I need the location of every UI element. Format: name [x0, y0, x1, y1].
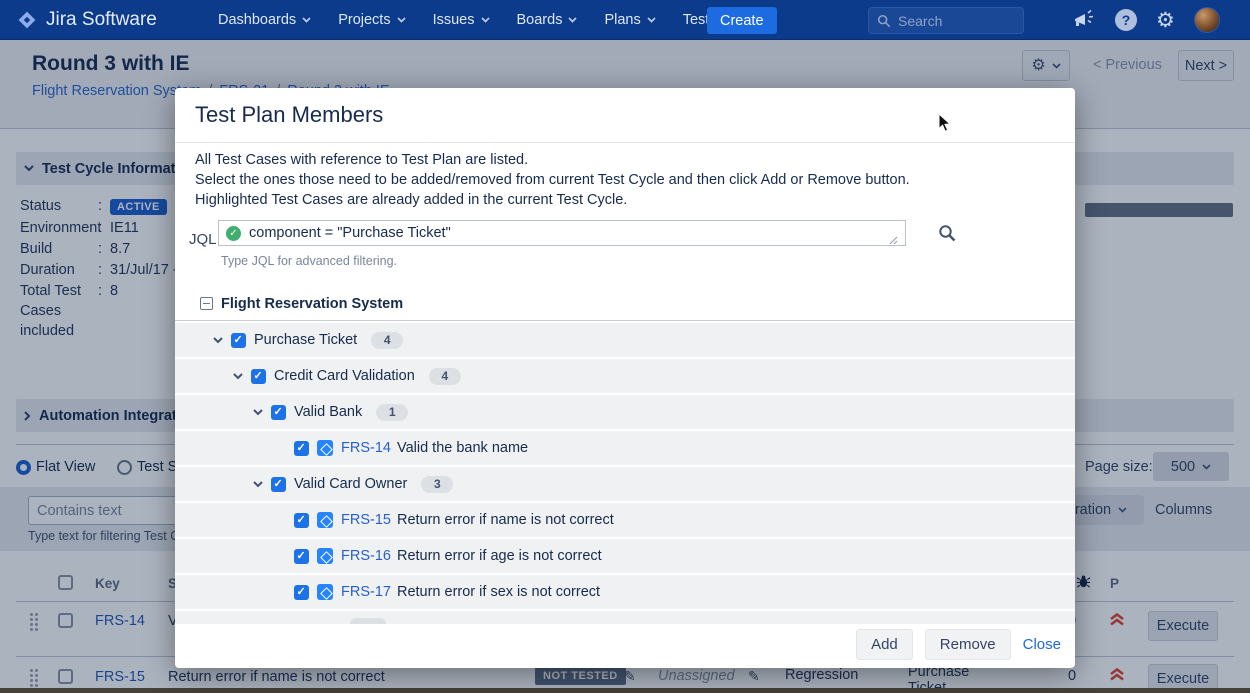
nav-item-boards[interactable]: Boards: [517, 12, 578, 28]
count-badge-partial: [350, 618, 386, 624]
divider: [175, 142, 1075, 143]
test-case-icon: [317, 512, 333, 528]
nav-menu: Dashboards Projects Issues Boards Plans …: [218, 0, 732, 40]
tree-node-label: Valid Card Owner: [294, 476, 407, 492]
resize-handle-icon[interactable]: [888, 235, 898, 245]
search-icon: [877, 14, 891, 28]
create-button[interactable]: Create: [707, 7, 777, 34]
search-input[interactable]: [898, 13, 1008, 29]
tree-node-testcase[interactable]: FRS-14 Valid the bank name: [175, 431, 1075, 465]
nav-item-dashboards[interactable]: Dashboards: [218, 12, 311, 28]
tree-node-label: Purchase Ticket: [254, 332, 357, 348]
checkbox-checked[interactable]: [271, 405, 286, 420]
chevron-down-icon: [481, 17, 490, 23]
app-logo[interactable]: Jira Software: [16, 0, 157, 40]
nav-item-issues[interactable]: Issues: [433, 12, 490, 28]
chevron-down-icon: [568, 17, 577, 23]
jql-help-text: Type JQL for advanced filtering.: [221, 254, 397, 268]
chevron-down-icon: [302, 17, 311, 23]
remove-button[interactable]: Remove: [925, 629, 1011, 660]
help-icon[interactable]: ?: [1115, 9, 1137, 31]
count-badge: 1: [376, 404, 408, 421]
tree-node-label: Return error if sex is not correct: [397, 584, 600, 600]
test-plan-members-dialog: Test Plan Members All Test Cases with re…: [175, 88, 1075, 668]
count-badge: 3: [421, 476, 453, 493]
issue-key-link[interactable]: FRS-17: [341, 584, 391, 600]
chevron-down-icon[interactable]: [253, 409, 263, 416]
count-badge: 4: [429, 368, 461, 385]
chevron-down-icon: [397, 17, 406, 23]
tree-node-label: Return error if name is not correct: [397, 512, 614, 528]
jira-logo-icon: [16, 9, 38, 31]
screen-bottom-edge: [0, 688, 1250, 693]
issue-key-link[interactable]: FRS-15: [341, 512, 391, 528]
tree-node-folder[interactable]: Purchase Ticket 4: [175, 323, 1075, 357]
tree-node-folder[interactable]: Credit Card Validation 4: [175, 359, 1075, 393]
jql-valid-check-icon: ✓: [226, 226, 241, 241]
app-logo-text: Jira Software: [46, 9, 157, 31]
tree-node-testcase[interactable]: FRS-17 Return error if sex is not correc…: [175, 575, 1075, 609]
add-button[interactable]: Add: [856, 629, 913, 660]
chevron-down-icon[interactable]: [233, 373, 243, 380]
test-case-icon: [317, 440, 333, 456]
chevron-down-icon[interactable]: [253, 481, 263, 488]
tree-node-folder[interactable]: Valid Card Owner 3: [175, 467, 1075, 501]
checkbox-checked[interactable]: [294, 549, 309, 564]
dialog-title: Test Plan Members: [195, 102, 383, 128]
nav-item-plans[interactable]: Plans: [604, 12, 655, 28]
megaphone-icon[interactable]: [1072, 9, 1096, 31]
checkbox-checked[interactable]: [294, 585, 309, 600]
tree-node-label: Valid Bank: [294, 404, 362, 420]
nav-item-projects[interactable]: Projects: [338, 12, 405, 28]
issue-key-link[interactable]: FRS-16: [341, 548, 391, 564]
tree-node-folder[interactable]: Valid Bank 1: [175, 395, 1075, 429]
checkbox-checked[interactable]: [251, 369, 266, 384]
nav-icons: ? ⚙: [1072, 0, 1220, 40]
tree-node-testcase[interactable]: FRS-16 Return error if age is not correc…: [175, 539, 1075, 573]
tree-node-label: Valid the bank name: [397, 440, 528, 456]
test-case-icon: [317, 548, 333, 564]
tree-root-node[interactable]: Flight Reservation System: [175, 287, 1075, 321]
jql-input[interactable]: ✓ component = "Purchase Ticket": [218, 220, 906, 246]
checkbox-checked[interactable]: [271, 477, 286, 492]
collapse-minus-icon[interactable]: [200, 297, 213, 310]
test-case-tree: Flight Reservation System Purchase Ticke…: [175, 287, 1075, 626]
issue-key-link[interactable]: FRS-14: [341, 440, 391, 456]
user-avatar[interactable]: [1194, 7, 1220, 33]
tree-node-label: Credit Card Validation: [274, 368, 415, 384]
checkbox-checked[interactable]: [294, 513, 309, 528]
tree-root-label: Flight Reservation System: [221, 296, 403, 312]
jql-label: JQL: [189, 231, 217, 248]
checkbox-checked[interactable]: [231, 333, 246, 348]
tree-node-partial: [175, 611, 1075, 624]
mouse-cursor: [938, 113, 952, 133]
chevron-down-icon[interactable]: [213, 337, 223, 344]
dialog-description: All Test Cases with reference to Test Pl…: [195, 150, 1059, 210]
dialog-footer: Add Remove Close: [856, 629, 1061, 660]
nav-search-box[interactable]: [868, 7, 1024, 34]
top-navigation-bar: Jira Software Dashboards Projects Issues…: [0, 0, 1250, 40]
tree-node-testcase[interactable]: FRS-15 Return error if name is not corre…: [175, 503, 1075, 537]
settings-gear-icon[interactable]: ⚙: [1156, 10, 1175, 31]
chevron-down-icon: [647, 17, 656, 23]
jql-search-icon[interactable]: [938, 224, 956, 242]
checkbox-checked[interactable]: [294, 441, 309, 456]
test-case-icon: [317, 584, 333, 600]
tree-node-label: Return error if age is not correct: [397, 548, 602, 564]
close-button[interactable]: Close: [1023, 636, 1061, 653]
count-badge: 4: [371, 332, 403, 349]
